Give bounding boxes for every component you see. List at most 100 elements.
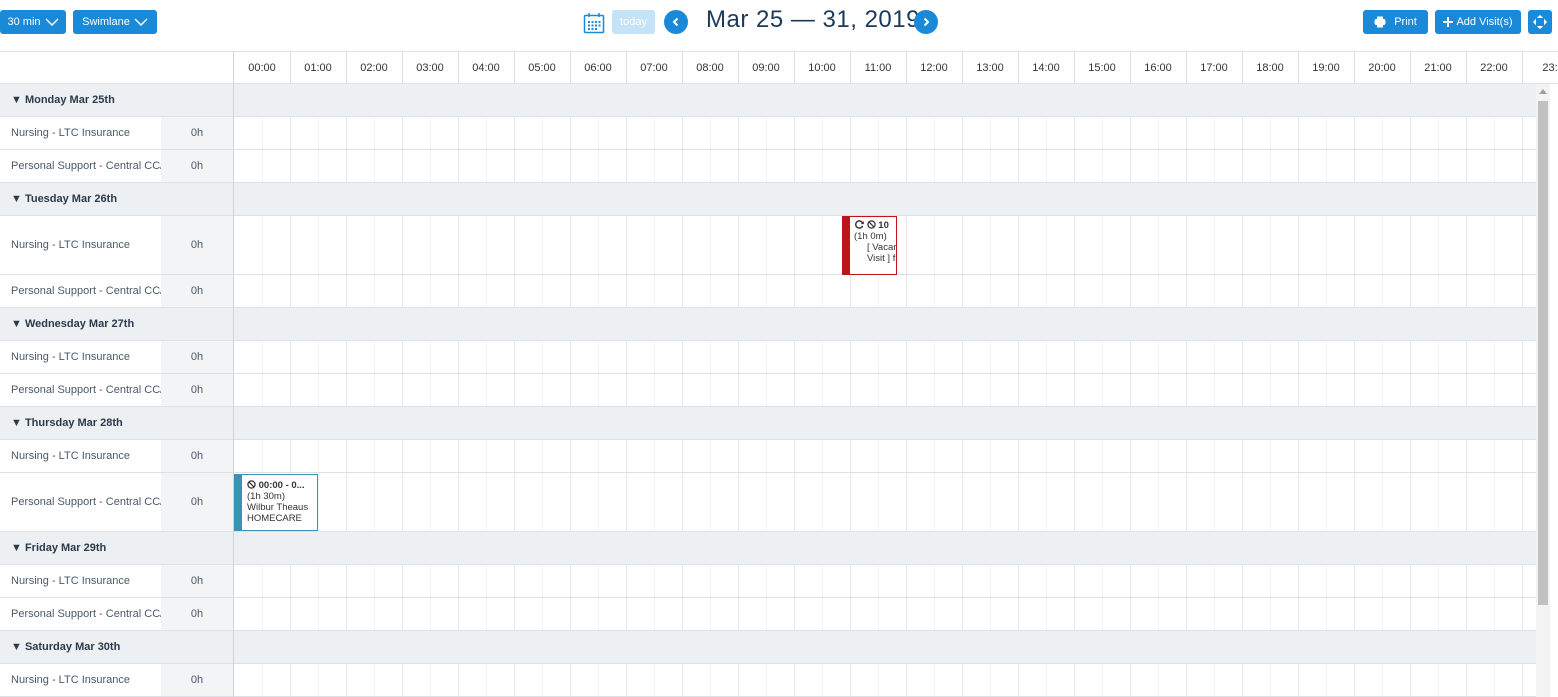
hour-label: 10:00 bbox=[808, 62, 836, 74]
header-divider bbox=[626, 52, 627, 84]
header-divider bbox=[290, 52, 291, 84]
vertical-scrollbar[interactable] bbox=[1536, 84, 1550, 697]
hour-label: 02:00 bbox=[360, 62, 388, 74]
next-week-button[interactable] bbox=[914, 10, 938, 34]
resource-label: Nursing - LTC Insurance bbox=[11, 450, 131, 462]
resource-row: Personal Support - Central CC/0h bbox=[0, 374, 1536, 407]
day-group-row[interactable]: ▼ Wednesday Mar 27th bbox=[0, 308, 1536, 341]
day-group-label[interactable]: ▼ Tuesday Mar 26th bbox=[11, 183, 117, 215]
header-divider bbox=[1410, 52, 1411, 84]
header-divider bbox=[402, 52, 403, 84]
swimlane-body: ▼ Monday Mar 25th Nursing - LTC Insurance… bbox=[0, 84, 1536, 697]
resource-row: Personal Support - Central CC/0h bbox=[0, 473, 1536, 532]
header-divider bbox=[1298, 52, 1299, 84]
hour-label: 09:00 bbox=[752, 62, 780, 74]
header-divider bbox=[794, 52, 795, 84]
header-divider bbox=[1522, 52, 1523, 84]
no-entry-icon bbox=[247, 480, 256, 489]
header-divider bbox=[514, 52, 515, 84]
resource-row: Nursing - LTC Insurance 0h bbox=[0, 440, 1536, 473]
column-divider bbox=[233, 51, 234, 697]
resource-hours: 0h bbox=[161, 150, 233, 182]
hour-label: 15:00 bbox=[1088, 62, 1116, 74]
resource-row: Personal Support - Central CC/0h bbox=[0, 150, 1536, 183]
header-divider bbox=[346, 52, 347, 84]
resource-label: Personal Support - Central CC/ bbox=[11, 160, 161, 172]
hour-label: 22:00 bbox=[1480, 62, 1508, 74]
event-color-bar bbox=[235, 475, 242, 530]
resource-hours: 0h bbox=[161, 275, 233, 307]
plus-icon bbox=[1443, 17, 1454, 27]
resource-label: Nursing - LTC Insurance bbox=[11, 127, 131, 139]
header-divider bbox=[682, 52, 683, 84]
resource-label: Personal Support - Central CC/ bbox=[11, 496, 161, 508]
visit-event-tuesday[interactable]: 10 (1h 0m) [ Vacar Visit ] f bbox=[842, 216, 897, 275]
date-range-title: Mar 25 — 31, 2019 bbox=[706, 6, 920, 33]
visit-event-thursday[interactable]: 00:00 - 0... (1h 30m) Wilbur Theaus HOME… bbox=[234, 474, 318, 531]
event-color-bar bbox=[843, 217, 850, 274]
resource-label: Nursing - LTC Insurance bbox=[11, 239, 131, 251]
resource-hours: 0h bbox=[161, 341, 233, 373]
fullscreen-button[interactable] bbox=[1528, 10, 1552, 34]
hour-label: 00:00 bbox=[248, 62, 276, 74]
resource-row: Personal Support - Central CC/0h bbox=[0, 275, 1536, 308]
resource-label: Personal Support - Central CC/ bbox=[11, 384, 161, 396]
header-divider bbox=[738, 52, 739, 84]
resource-row: Nursing - LTC Insurance 0h bbox=[0, 117, 1536, 150]
view-dropdown[interactable]: Swimlane bbox=[73, 10, 157, 34]
no-entry-icon bbox=[866, 220, 876, 229]
expand-icon bbox=[1533, 15, 1547, 29]
day-group-row[interactable]: ▼ Monday Mar 25th bbox=[0, 84, 1536, 117]
event-header: 10 bbox=[855, 220, 896, 231]
header-divider bbox=[906, 52, 907, 84]
resource-hours: 0h bbox=[161, 598, 233, 630]
resource-row: Nursing - LTC Insurance 0h bbox=[0, 341, 1536, 374]
hour-label: 05:00 bbox=[528, 62, 556, 74]
day-group-label[interactable]: ▼ Wednesday Mar 27th bbox=[11, 308, 134, 340]
today-button[interactable]: today bbox=[612, 10, 655, 34]
toolbar: 30 min Swimlane today Mar 25 — 31, 2019 … bbox=[0, 0, 1558, 45]
hour-label: 04:00 bbox=[472, 62, 500, 74]
resource-hours: 0h bbox=[161, 565, 233, 597]
hour-label: 07:00 bbox=[640, 62, 668, 74]
event-header: 00:00 - 0... bbox=[247, 480, 317, 491]
hour-label: 03:00 bbox=[416, 62, 444, 74]
scroll-up-arrow-icon[interactable] bbox=[1539, 89, 1547, 94]
header-divider bbox=[1186, 52, 1187, 84]
chevron-right-icon bbox=[923, 17, 930, 27]
hour-label: 21:00 bbox=[1424, 62, 1452, 74]
day-group-row[interactable]: ▼ Tuesday Mar 26th bbox=[0, 183, 1536, 216]
print-button[interactable]: Print bbox=[1363, 10, 1428, 34]
hour-label: 11:00 bbox=[864, 62, 892, 74]
header-divider bbox=[850, 52, 851, 84]
resource-label: Nursing - LTC Insurance bbox=[11, 674, 131, 686]
interval-dropdown[interactable]: 30 min bbox=[0, 10, 66, 34]
day-group-label[interactable]: ▼ Saturday Mar 30th bbox=[11, 631, 120, 663]
day-group-row[interactable]: ▼ Thursday Mar 28th bbox=[0, 407, 1536, 440]
hour-label: 06:00 bbox=[584, 62, 612, 74]
resource-hours: 0h bbox=[161, 664, 233, 696]
hour-label: 19:00 bbox=[1312, 62, 1340, 74]
event-duration: (1h 30m) bbox=[247, 491, 286, 502]
prev-week-button[interactable] bbox=[664, 10, 688, 34]
day-group-label[interactable]: ▼ Thursday Mar 28th bbox=[11, 407, 123, 439]
event-detail-1: [ Vacar bbox=[867, 242, 897, 253]
add-visit-button[interactable]: Add Visit(s) bbox=[1435, 10, 1521, 34]
day-group-label[interactable]: ▼ Friday Mar 29th bbox=[11, 532, 106, 564]
print-label: Print bbox=[1394, 16, 1417, 28]
chevron-left-icon bbox=[672, 17, 679, 27]
day-group-row[interactable]: ▼ Saturday Mar 30th bbox=[0, 631, 1536, 664]
calendar-icon[interactable] bbox=[583, 12, 605, 34]
day-group-label[interactable]: ▼ Monday Mar 25th bbox=[11, 84, 115, 116]
resource-row: Nursing - LTC Insurance 0h bbox=[0, 565, 1536, 598]
resource-label: Personal Support - Central CC/ bbox=[11, 285, 161, 297]
hour-label: 17:00 bbox=[1200, 62, 1228, 74]
resource-hours: 0h bbox=[161, 216, 233, 274]
chevron-down-icon bbox=[44, 18, 59, 26]
header-divider bbox=[1242, 52, 1243, 84]
day-group-row[interactable]: ▼ Friday Mar 29th bbox=[0, 532, 1536, 565]
header-divider bbox=[1354, 52, 1355, 84]
scroll-thumb[interactable] bbox=[1538, 101, 1548, 605]
resource-hours: 0h bbox=[161, 117, 233, 149]
event-time: 10 bbox=[878, 220, 889, 231]
